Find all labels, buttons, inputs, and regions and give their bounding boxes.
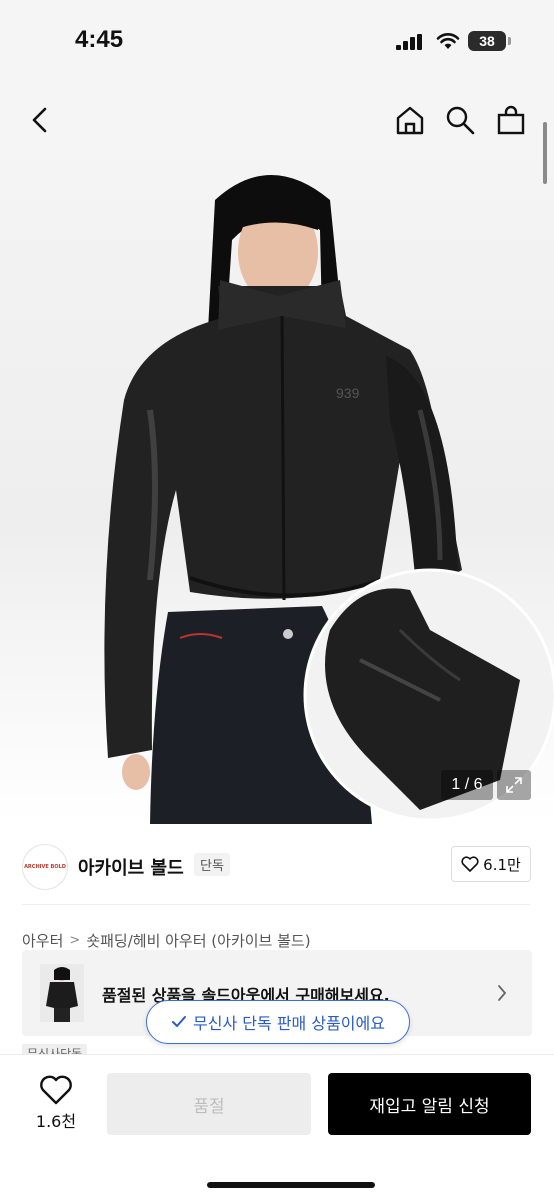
brand-row: ARCHIVE BOLD 아카이브 볼드 단독 6.1만 (0, 830, 554, 900)
heart-icon (461, 856, 479, 872)
battery-tip (508, 37, 511, 45)
brand-like-button[interactable]: 6.1만 (451, 846, 531, 882)
shopping-bag-icon (497, 105, 525, 135)
jacket-print: 939 (336, 385, 360, 401)
product-image[interactable]: 939 (0, 160, 554, 824)
wishlist-heart-icon[interactable] (38, 1074, 74, 1106)
exclusive-toast-text: 무신사 단독 판매 상품이에요 (193, 1014, 385, 1033)
chevron-right-icon (498, 985, 507, 1001)
status-time: 4:45 (75, 26, 124, 53)
divider (22, 904, 530, 905)
image-counter: 1 / 6 (441, 770, 493, 800)
exclusive-toast: 무신사 단독 판매 상품이에요 (146, 1000, 410, 1044)
back-icon (32, 107, 47, 133)
wifi-icon (436, 33, 460, 49)
search-button[interactable] (442, 102, 478, 138)
brand-like-count: 6.1만 (483, 855, 521, 874)
breadcrumb-category[interactable]: 아우터 (22, 930, 63, 951)
expand-icon (506, 777, 522, 793)
exclusive-badge: 단독 (194, 853, 230, 876)
search-icon (446, 106, 475, 135)
scroll-indicator (543, 122, 547, 184)
soldout-button: 품절 (107, 1073, 311, 1135)
product-photo: 939 (104, 175, 554, 824)
back-button[interactable] (22, 102, 58, 138)
breadcrumb-chevron-icon: > (69, 933, 81, 948)
battery-indicator: 38 (468, 31, 506, 51)
cart-button[interactable] (493, 102, 529, 138)
soldout-thumbnail (40, 964, 84, 1022)
breadcrumb: 아우터 > 숏패딩/헤비 아우터 (아카이브 볼드) (22, 930, 311, 951)
restock-alert-button[interactable]: 재입고 알림 신청 (328, 1073, 531, 1135)
cellular-signal-icon (396, 34, 422, 50)
home-icon (396, 106, 424, 135)
brand-logo-text: ARCHIVE BOLD (24, 864, 66, 870)
brand-logo[interactable]: ARCHIVE BOLD (22, 844, 68, 890)
nav-bar (0, 80, 554, 160)
checkmark-icon (172, 1016, 187, 1027)
home-button[interactable] (392, 102, 428, 138)
breadcrumb-subcategory[interactable]: 숏패딩/헤비 아우터 (아카이브 볼드) (86, 930, 310, 951)
status-bar: 4:45 38 (0, 0, 554, 80)
brand-name[interactable]: 아카이브 볼드 (78, 854, 184, 880)
expand-image-button[interactable] (497, 770, 531, 800)
wishlist-count: 1.6천 (35, 1112, 77, 1131)
home-indicator (207, 1182, 375, 1188)
